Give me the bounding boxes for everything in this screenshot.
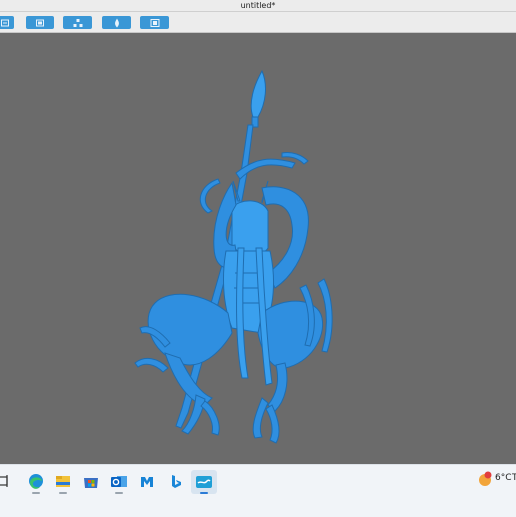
- file-explorer-icon: [56, 476, 70, 487]
- network-icon: [73, 18, 82, 27]
- drop-button[interactable]: [102, 16, 131, 29]
- m-app-button[interactable]: [135, 470, 159, 494]
- window-icon: [36, 19, 44, 26]
- bing-button[interactable]: [163, 470, 187, 494]
- frame-button[interactable]: [140, 16, 169, 29]
- weather-icon[interactable]: [476, 470, 494, 488]
- file-explorer-button[interactable]: [51, 470, 75, 494]
- slicer-app-button[interactable]: [191, 470, 217, 494]
- outlook-icon: [111, 476, 127, 487]
- 3d-viewport[interactable]: [0, 33, 516, 464]
- microsoft-store-button[interactable]: [79, 470, 103, 494]
- window-title: untitled*: [240, 1, 276, 10]
- outlook-button[interactable]: [107, 470, 131, 494]
- title-bar: untitled*: [0, 0, 516, 12]
- taskbar: 6°C T: [0, 464, 516, 517]
- toolbar: [0, 12, 516, 33]
- 3d-model-preview[interactable]: [0, 33, 516, 464]
- frame-icon: [150, 18, 159, 27]
- network-button[interactable]: [63, 16, 92, 29]
- weather-extra-text: T: [512, 473, 516, 483]
- edge-browser-icon: [29, 474, 43, 489]
- microsoft-store-icon: [84, 478, 98, 488]
- weather-temperature[interactable]: 6°C: [495, 473, 512, 483]
- drop-icon: [114, 18, 119, 27]
- import-button[interactable]: [0, 16, 14, 29]
- window-button[interactable]: [26, 16, 54, 29]
- bing-icon: [172, 475, 181, 488]
- task-view-button[interactable]: [0, 470, 20, 494]
- m-app-icon: [141, 477, 153, 487]
- task-view-icon: [0, 475, 8, 487]
- edge-browser-button[interactable]: [24, 470, 48, 494]
- import-icon: [1, 19, 9, 26]
- slicer-app-icon: [196, 476, 212, 488]
